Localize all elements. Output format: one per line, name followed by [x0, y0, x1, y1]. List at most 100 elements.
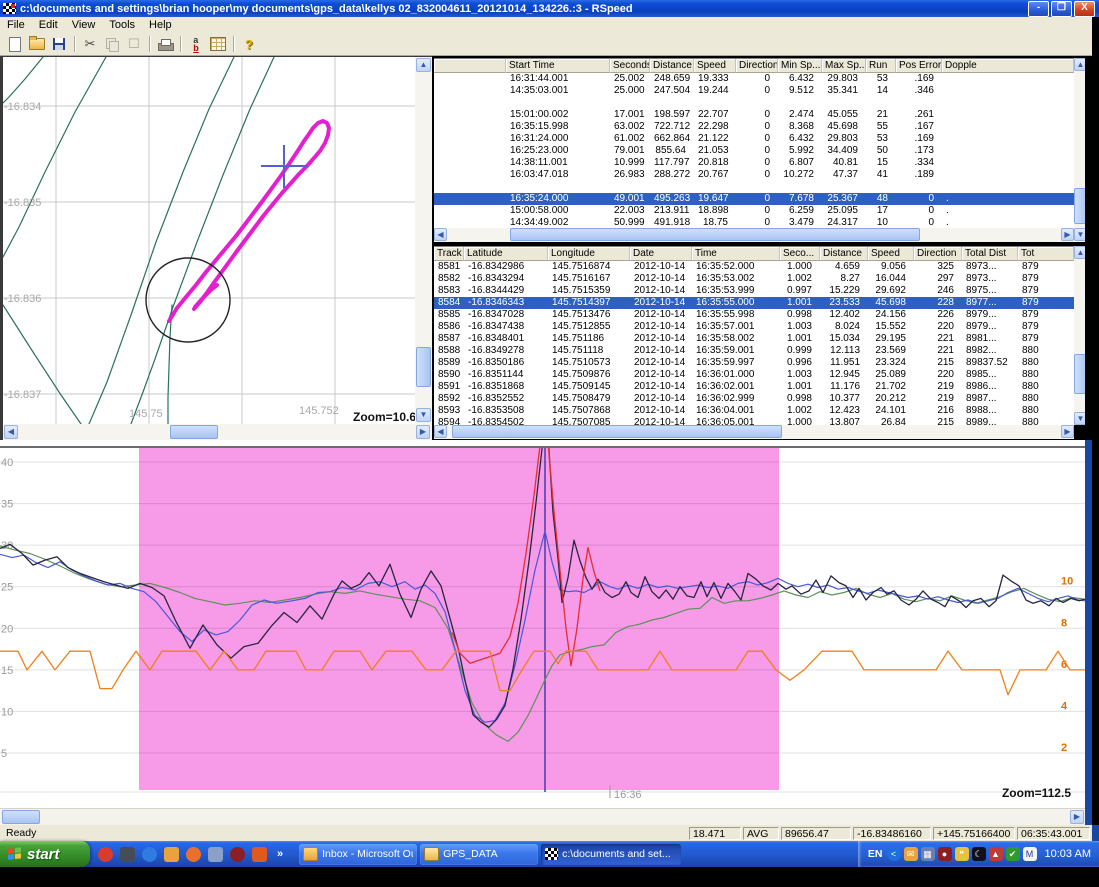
taskbar-window-button[interactable]: Inbox - Microsoft Out... — [299, 844, 417, 865]
mobile-icon[interactable] — [120, 847, 135, 862]
chart-horizontal-scrollbar[interactable]: ▶ — [0, 808, 1085, 826]
media-icon[interactable] — [230, 847, 245, 862]
taskbar-window-button[interactable]: GPS_DATA — [420, 844, 538, 865]
table-row[interactable] — [434, 181, 1074, 193]
column-header[interactable]: Min Sp... — [778, 59, 822, 73]
language-indicator[interactable]: EN — [868, 848, 883, 860]
map-panel[interactable]: -16.834-16.835-16.836-16.837145.75145.75… — [0, 56, 432, 440]
label-ab-icon[interactable]: ab — [186, 35, 206, 53]
chart-hscroll-thumb[interactable] — [2, 810, 40, 824]
table-row[interactable]: 8587-16.8348401145.7511862012-10-1416:35… — [434, 333, 1074, 345]
speed-chart-canvas[interactable]: 40353025201510510864216:36 — [0, 440, 1085, 808]
mcafee-icon[interactable]: M — [1023, 847, 1037, 861]
points-hscroll-thumb[interactable] — [452, 425, 782, 438]
moon-icon[interactable]: ☾ — [972, 847, 986, 861]
antivirus-icon[interactable]: ✔ — [1006, 847, 1020, 861]
table-row[interactable]: 8586-16.8347438145.75128552012-10-1416:3… — [434, 321, 1074, 333]
taskbar-window-button[interactable]: c:\documents and set... — [541, 844, 681, 865]
volume-icon[interactable]: ▲ — [989, 847, 1003, 861]
messenger-icon[interactable]: ❝ — [955, 847, 969, 861]
column-header[interactable]: Seco... — [780, 247, 820, 261]
column-header[interactable] — [434, 59, 506, 73]
open-folder-icon[interactable] — [27, 35, 47, 53]
table-row[interactable]: 8584-16.8346343145.75143972012-10-1416:3… — [434, 297, 1074, 309]
dialer-icon[interactable] — [208, 847, 223, 862]
language-bar-icon[interactable]: < — [887, 847, 901, 861]
save-icon[interactable] — [49, 35, 69, 53]
help-icon[interactable]: ? — [239, 35, 259, 53]
column-header[interactable]: Direction — [914, 247, 962, 261]
quick-launch-overflow-chevron[interactable]: » — [275, 848, 285, 860]
map-hscroll-thumb[interactable] — [170, 425, 218, 439]
menu-file[interactable]: File — [0, 18, 32, 32]
table-row[interactable]: 15:01:00.00217.001198.59722.70702.47445.… — [434, 109, 1074, 121]
taskbar-clock[interactable]: 10:03 AM — [1045, 848, 1091, 860]
column-header[interactable]: Speed — [694, 59, 736, 73]
table-row[interactable]: 14:35:03.00125.000247.50419.24409.51235.… — [434, 85, 1074, 97]
column-header[interactable]: Seconds — [610, 59, 650, 73]
runs-hscroll-thumb[interactable] — [510, 228, 920, 241]
restore-button[interactable]: ❐ — [1051, 1, 1072, 17]
speed-chart-panel[interactable]: 40353025201510510864216:36 Zoom=112.5 — [0, 440, 1085, 808]
column-header[interactable]: Pos Error — [896, 59, 942, 73]
download-icon[interactable] — [252, 847, 267, 862]
menu-edit[interactable]: Edit — [32, 18, 65, 32]
outlook-reminder-icon[interactable]: ✉ — [904, 847, 918, 861]
table-row[interactable]: 8581-16.8342986145.75168742012-10-1416:3… — [434, 261, 1074, 273]
copy-icon[interactable] — [102, 35, 122, 53]
table-row[interactable]: 16:35:24.00049.001495.26319.64707.67825.… — [434, 193, 1074, 205]
runs-horizontal-scrollbar[interactable]: ◀ ▶ — [434, 228, 1074, 242]
table-grid-icon[interactable] — [208, 35, 228, 53]
start-button[interactable]: start — [0, 841, 90, 867]
column-header[interactable]: Time — [692, 247, 780, 261]
table-row[interactable]: 8593-16.8353508145.75078682012-10-1416:3… — [434, 405, 1074, 417]
table-row[interactable]: 8588-16.8349278145.7511182012-10-1416:35… — [434, 345, 1074, 357]
table-row[interactable]: 8592-16.8352552145.75084792012-10-1416:3… — [434, 393, 1074, 405]
outlook-icon[interactable] — [164, 847, 179, 862]
chrome-icon[interactable] — [98, 847, 113, 862]
table-row[interactable]: 8585-16.8347028145.75134762012-10-1416:3… — [434, 309, 1074, 321]
table-row[interactable]: 8583-16.8344429145.75153592012-10-1416:3… — [434, 285, 1074, 297]
points-horizontal-scrollbar[interactable]: ◀ ▶ — [434, 425, 1074, 439]
table-row[interactable]: 15:00:58.00022.003213.91118.89806.25925.… — [434, 205, 1074, 217]
new-document-icon[interactable] — [5, 35, 25, 53]
display-icon[interactable]: ▦ — [921, 847, 935, 861]
column-header[interactable]: Distance — [820, 247, 868, 261]
table-row[interactable]: 16:25:23.00079.001855.6421.05305.99234.4… — [434, 145, 1074, 157]
map-canvas[interactable]: -16.834-16.835-16.836-16.837145.75145.75… — [3, 57, 416, 424]
table-row[interactable]: 16:31:24.00061.002662.86421.12206.43229.… — [434, 133, 1074, 145]
column-header[interactable]: Max Sp... — [822, 59, 866, 73]
print-icon[interactable] — [155, 35, 175, 53]
column-header[interactable]: Speed — [868, 247, 914, 261]
menu-tools[interactable]: Tools — [102, 18, 142, 32]
column-header[interactable]: Run — [866, 59, 896, 73]
table-row[interactable]: 14:38:11.00110.999117.79720.81806.80740.… — [434, 157, 1074, 169]
column-header[interactable]: Start Time — [506, 59, 610, 73]
cut-icon[interactable]: ✂ — [80, 35, 100, 53]
internet-explorer-icon[interactable] — [142, 847, 157, 862]
firefox-icon[interactable] — [186, 847, 201, 862]
column-header[interactable]: Latitude — [464, 247, 548, 261]
column-header[interactable]: Date — [630, 247, 692, 261]
map-vscroll-thumb[interactable] — [416, 347, 431, 387]
table-row[interactable]: 8591-16.8351868145.75091452012-10-1416:3… — [434, 381, 1074, 393]
table-row[interactable]: 8589-16.8350186145.75105732012-10-1416:3… — [434, 357, 1074, 369]
table-row[interactable]: 16:31:44.00125.002248.65919.33306.43229.… — [434, 73, 1074, 85]
menu-help[interactable]: Help — [142, 18, 179, 32]
track-points-table[interactable]: TrackLatitudeLongitudeDateTimeSeco...Dis… — [434, 246, 1074, 426]
column-header[interactable]: Track — [434, 247, 464, 261]
agent-icon[interactable]: ● — [938, 847, 952, 861]
map-horizontal-scrollbar[interactable]: ◀ ▶ — [3, 424, 432, 440]
column-header[interactable]: Longitude — [548, 247, 630, 261]
column-header[interactable]: Distance — [650, 59, 694, 73]
column-header[interactable]: Tot — [1018, 247, 1074, 261]
table-row[interactable]: 8582-16.8343294145.75161672012-10-1416:3… — [434, 273, 1074, 285]
runs-table[interactable]: Start TimeSecondsDistanceSpeedDirectionM… — [434, 58, 1074, 229]
minimize-button[interactable]: - — [1028, 1, 1049, 17]
column-header[interactable]: Direction — [736, 59, 778, 73]
table-row[interactable]: 16:03:47.01826.983288.27220.767010.27247… — [434, 169, 1074, 181]
menu-view[interactable]: View — [65, 18, 103, 32]
table-row[interactable] — [434, 97, 1074, 109]
title-bar[interactable]: c:\documents and settings\brian hooper\m… — [0, 0, 1099, 17]
table-row[interactable]: 16:35:15.99863.002722.71222.29808.36845.… — [434, 121, 1074, 133]
